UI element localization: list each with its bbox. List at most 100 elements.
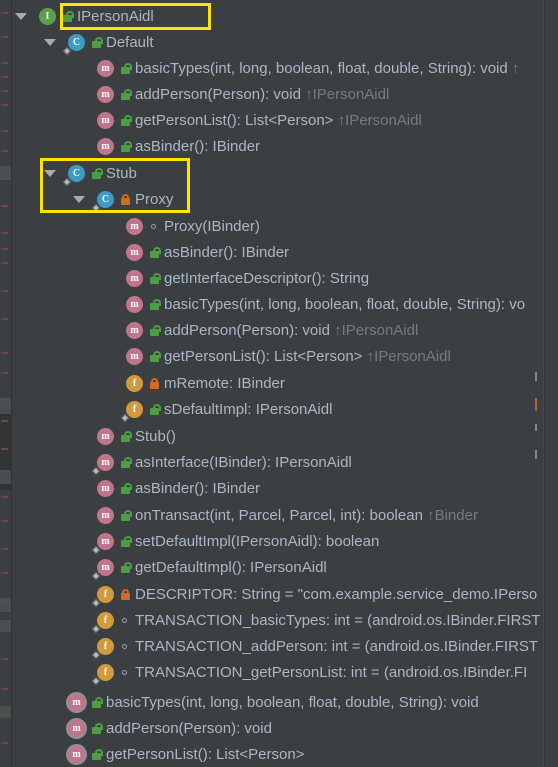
tree-row-stub-asbinder[interactable]: m asBinder(): IBinder (11, 476, 543, 501)
tree-row-label: asBinder(): IBinder (164, 244, 290, 261)
class-icon: C (68, 165, 85, 182)
row-icons: m (97, 503, 132, 528)
gutter-error-tick[interactable] (1, 104, 8, 106)
gutter-marker[interactable] (0, 470, 11, 484)
tree-row-label: mRemote: IBinder (164, 375, 285, 392)
tree-row-stub-ontransact[interactable]: m onTransact(int, Parcel, Parcel, int): b… (11, 503, 543, 528)
tree-row-label: basicTypes(int, long, boolean, float, do… (106, 694, 479, 711)
gutter-error-tick[interactable] (1, 548, 8, 550)
row-icons: m (97, 424, 132, 449)
gutter-error-tick[interactable] (1, 205, 8, 207)
tree-row-default-class[interactable]: C Default (11, 30, 543, 55)
gutter-error-tick[interactable] (1, 262, 8, 264)
gutter-error-tick[interactable] (1, 420, 8, 422)
public-lock-icon (92, 697, 103, 708)
tree-row-iface-addperson[interactable]: m addPerson(Person): void (11, 716, 543, 741)
gutter-error-tick[interactable] (1, 520, 8, 522)
gutter-error-tick[interactable] (1, 290, 8, 292)
gutter-error-tick[interactable] (1, 130, 8, 132)
gutter-error-tick[interactable] (1, 12, 8, 14)
row-icons: m (97, 56, 132, 81)
tree-row-ipersonaidl[interactable]: I IPersonAidl (11, 4, 543, 29)
gutter-marker[interactable] (0, 620, 11, 632)
tree-row-proxy-getpersonlist[interactable]: m getPersonList(): List<Person> ↑IPersonA… (11, 344, 543, 369)
private-lock-icon (121, 194, 130, 205)
gutter-error-tick[interactable] (1, 742, 8, 744)
gutter-error-tick[interactable] (1, 352, 8, 354)
row-icons: m (126, 266, 161, 291)
tree-row-label: TRANSACTION_getPersonList: int = (androi… (135, 664, 528, 681)
tree-row-default-basictypes[interactable]: m basicTypes(int, long, boolean, float, d… (11, 56, 543, 81)
tree-row-stub-ctor[interactable]: m Stub() (11, 424, 543, 449)
gutter-error-tick[interactable] (1, 150, 8, 152)
public-lock-icon (150, 273, 161, 284)
tree-row-proxy-mremote-field[interactable]: f mRemote: IBinder (11, 371, 543, 396)
gutter-error-tick[interactable] (1, 62, 8, 64)
interface-icon: I (39, 8, 56, 25)
tree-row-proxy-asbinder[interactable]: m asBinder(): IBinder (11, 240, 543, 265)
expand-triangle-icon[interactable] (73, 196, 85, 203)
tree-row-default-getpersonlist[interactable]: m getPersonList(): List<Person> ↑IPersonA… (11, 108, 543, 133)
expand-triangle-icon[interactable] (44, 170, 56, 177)
gutter-error-tick[interactable] (1, 448, 8, 450)
public-lock-icon (150, 325, 161, 336)
tree-row-label: TRANSACTION_basicTypes: int = (android.o… (135, 612, 541, 629)
gutter-error-tick[interactable] (1, 232, 8, 234)
row-icons: m (68, 690, 103, 715)
gutter-error-tick[interactable] (1, 318, 8, 320)
expand-triangle-icon[interactable] (44, 39, 56, 46)
public-lock-icon (121, 536, 132, 547)
private-lock-icon (150, 378, 159, 389)
row-icons: f (126, 397, 161, 422)
method-icon: m (97, 428, 114, 445)
method-icon: m (126, 322, 143, 339)
public-lock-icon (150, 351, 161, 362)
structure-tree[interactable]: I IPersonAidl C Default m basicTypes(int, lon… (11, 0, 543, 767)
gutter-error-tick[interactable] (1, 658, 8, 660)
vertical-scrollbar[interactable] (544, 0, 558, 767)
tree-row-default-addperson[interactable]: m addPerson(Person): void ↑IPersonAidl (11, 82, 543, 107)
tree-row-stub-transaction-getpersonlist[interactable]: f TRANSACTION_getPersonList: int = (andro… (11, 660, 543, 685)
gutter-error-tick[interactable] (1, 248, 8, 250)
tree-row-stub-transaction-basictypes[interactable]: f TRANSACTION_basicTypes: int = (android.… (11, 608, 543, 633)
tree-row-stub-getdefaultimpl[interactable]: m getDefaultImpl(): IPersonAidl (11, 555, 543, 580)
gutter-error-tick[interactable] (1, 496, 8, 498)
row-icons: m (126, 318, 161, 343)
gutter-marker[interactable] (0, 598, 11, 612)
gutter-error-tick[interactable] (1, 688, 8, 690)
gutter-error-tick[interactable] (1, 76, 8, 78)
gutter-error-tick[interactable] (1, 90, 8, 92)
structure-tool-window[interactable]: I IPersonAidl C Default m basicTypes(int, lon… (0, 0, 558, 767)
tree-row-label: Stub() (135, 428, 176, 445)
gutter-marker[interactable] (0, 706, 11, 718)
tree-row-proxy-ctor[interactable]: m Proxy(IBinder) (11, 214, 543, 239)
method-icon: m (97, 60, 114, 77)
tree-row-stub-setdefaultimpl[interactable]: m setDefaultImpl(IPersonAidl): boolean (11, 529, 543, 554)
public-lock-icon (121, 115, 132, 126)
tree-row-stub-descriptor-field[interactable]: f DESCRIPTOR: String = "com.example.servi… (11, 582, 543, 607)
gutter-marker[interactable] (0, 398, 11, 414)
expand-triangle-icon[interactable] (15, 13, 27, 20)
tree-row-proxy-getinterfacedescriptor[interactable]: m getInterfaceDescriptor(): String (11, 266, 543, 291)
gutter-error-tick[interactable] (1, 572, 8, 574)
tree-row-iface-getpersonlist[interactable]: m getPersonList(): List<Person> (11, 742, 543, 767)
tree-row-proxy-sdefaultimpl-field[interactable]: f sDefaultImpl: IPersonAidl (11, 397, 543, 422)
override-origin-label: ↑IPersonAidl (333, 112, 422, 129)
row-icons: m (97, 108, 132, 133)
tree-row-stub-transaction-addperson[interactable]: f TRANSACTION_addPerson: int = (android.o… (11, 634, 543, 659)
tree-row-default-asbinder[interactable]: m asBinder(): IBinder (11, 134, 543, 159)
tree-row-proxy-basictypes[interactable]: m basicTypes(int, long, boolean, float, d… (11, 292, 543, 317)
method-icon: m (126, 218, 143, 235)
tree-row-iface-basictypes[interactable]: m basicTypes(int, long, boolean, float, d… (11, 690, 543, 715)
tree-row-proxy-class[interactable]: C Proxy (11, 187, 543, 212)
tree-row-stub-class[interactable]: C Stub (11, 161, 543, 186)
gutter-error-tick[interactable] (1, 36, 8, 38)
gutter-error-tick[interactable] (1, 372, 8, 374)
tree-row-stub-asinterface[interactable]: m asInterface(IBinder): IPersonAidl (11, 450, 543, 475)
public-lock-icon (150, 299, 161, 310)
tree-row-label: sDefaultImpl: IPersonAidl (164, 401, 333, 418)
row-icons: m (97, 529, 132, 554)
tree-row-proxy-addperson[interactable]: m addPerson(Person): void ↑IPersonAidl (11, 318, 543, 343)
method-icon: m (126, 348, 143, 365)
gutter-marker[interactable] (0, 166, 11, 180)
